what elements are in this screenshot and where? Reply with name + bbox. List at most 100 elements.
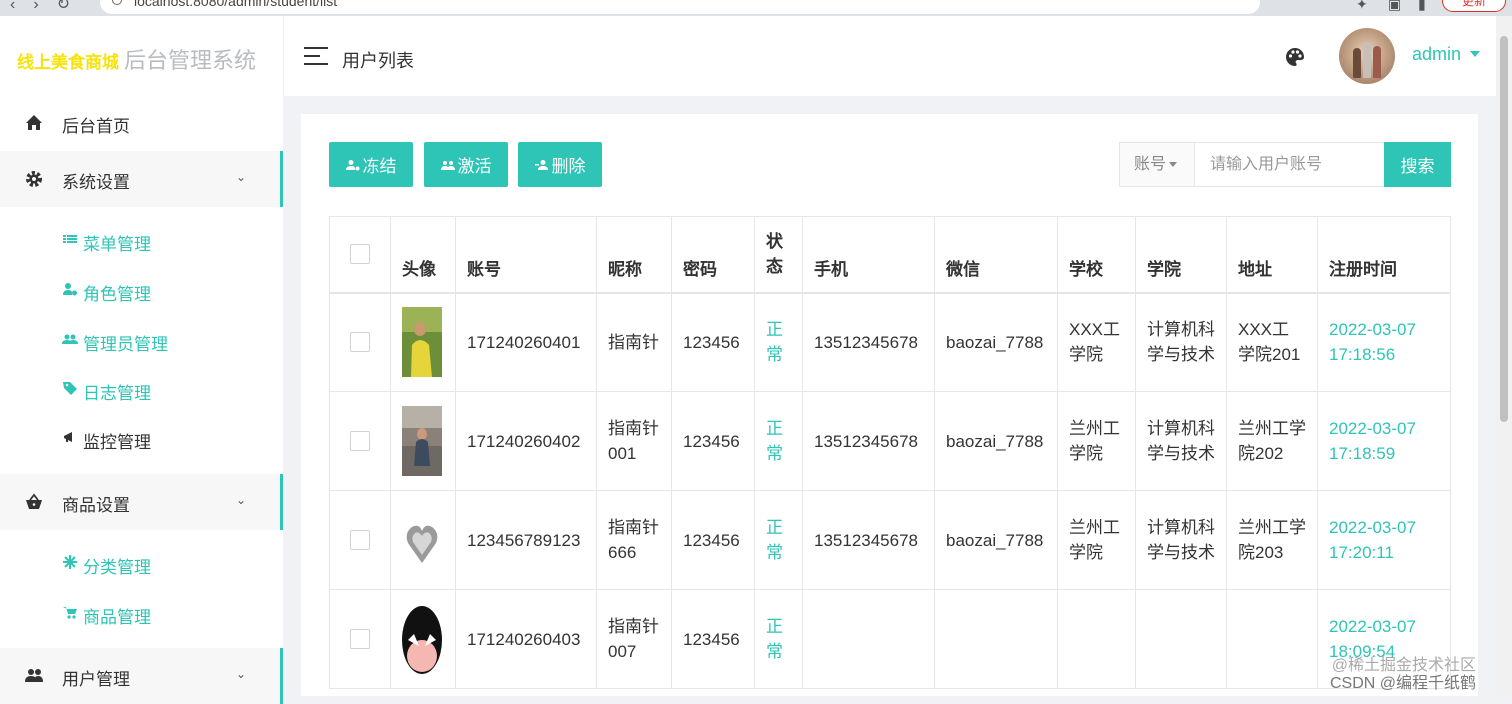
account-cell: 171240260403 bbox=[455, 589, 597, 689]
user-avatar-image[interactable] bbox=[402, 505, 442, 575]
freeze-button[interactable]: 冻结 bbox=[329, 142, 413, 187]
college-cell: 计算机科学与技术 bbox=[1135, 391, 1227, 491]
search-input[interactable] bbox=[1196, 143, 1384, 186]
home-icon bbox=[26, 115, 42, 130]
browser-update-button[interactable]: 更新 bbox=[1442, 0, 1506, 12]
column-header: 学校 bbox=[1057, 216, 1136, 293]
college-cell: 计算机科学与技术 bbox=[1135, 292, 1227, 392]
watermark: @稀土掘金技术社区 CSDN @编程千纸鹤 bbox=[1330, 657, 1476, 693]
sidebar-subitem-menu-manage[interactable]: 菜单管理 bbox=[0, 218, 283, 262]
column-header: 地址 bbox=[1226, 216, 1318, 293]
sidebar-item-label: 用户管理 bbox=[62, 670, 130, 689]
wechat-cell: baozai_7788 bbox=[934, 391, 1058, 491]
logo-brand: 线上美食商城 bbox=[17, 53, 119, 72]
content-card: 冻结 激活 删除 账号 搜索 头像 账号 昵称 密码 状态 手机 微信 学校 bbox=[301, 114, 1478, 696]
column-header: 手机 bbox=[802, 216, 935, 293]
user-gear-icon bbox=[63, 283, 77, 296]
phone-cell bbox=[802, 589, 935, 689]
column-header: 微信 bbox=[934, 216, 1058, 293]
top-header: 用户列表 admin bbox=[283, 16, 1496, 96]
sidebar-subitem-label: 监控管理 bbox=[83, 433, 151, 452]
palette-icon[interactable] bbox=[1284, 46, 1306, 68]
user-avatar-image[interactable] bbox=[402, 307, 442, 378]
profile-icon[interactable]: ▮ bbox=[1418, 0, 1426, 13]
row-checkbox[interactable] bbox=[350, 332, 370, 353]
cart-icon bbox=[63, 607, 77, 619]
chevron-down-icon: ⌄ bbox=[236, 170, 247, 184]
sidebar-subitem-label: 分类管理 bbox=[83, 558, 151, 577]
sidebar-subitem-label: 日志管理 bbox=[83, 384, 151, 403]
nickname-cell: 指南针001 bbox=[596, 391, 672, 491]
basket-icon bbox=[26, 493, 42, 509]
logo-system-name: 后台管理系统 bbox=[124, 48, 257, 73]
avatar-cell bbox=[390, 589, 456, 689]
nickname-cell: 指南针 bbox=[596, 292, 672, 392]
school-cell bbox=[1057, 589, 1136, 689]
row-checkbox[interactable] bbox=[350, 629, 370, 649]
watermark-line: @稀土掘金技术社区 bbox=[1331, 657, 1477, 674]
search-select-label: 账号 bbox=[1134, 156, 1167, 173]
row-select-cell bbox=[329, 391, 391, 491]
phone-cell: 13512345678 bbox=[802, 292, 935, 392]
password-cell: 123456 bbox=[671, 490, 755, 590]
user-minus-icon bbox=[534, 159, 548, 170]
user-avatar-image[interactable] bbox=[402, 406, 442, 476]
site-info-icon[interactable] bbox=[112, 0, 122, 5]
column-header: 昵称 bbox=[596, 216, 672, 293]
sidebar-subitem-monitor-manage[interactable]: 监控管理 bbox=[0, 416, 283, 460]
sidebar-subitem-log-manage[interactable]: 日志管理 bbox=[0, 367, 283, 411]
status-badge: 正常 bbox=[754, 391, 803, 491]
menu-toggle-icon[interactable] bbox=[304, 47, 328, 65]
sidebar-subitem-goods-manage[interactable]: 商品管理 bbox=[0, 591, 283, 635]
registered-time-cell: 2022-03-07 17:18:59 bbox=[1317, 391, 1451, 491]
avatar[interactable] bbox=[1339, 28, 1395, 84]
delete-button[interactable]: 删除 bbox=[518, 142, 602, 187]
sidebar-item-goods-settings[interactable]: 商品设置 ⌄ bbox=[0, 474, 283, 530]
sidebar-subitem-role-manage[interactable]: 角色管理 bbox=[0, 268, 283, 312]
sidebar-item-home[interactable]: 后台首页 bbox=[0, 95, 283, 151]
column-header: 状态 bbox=[754, 216, 803, 293]
users-icon bbox=[62, 334, 78, 344]
select-all-cell bbox=[329, 216, 391, 293]
column-header: 账号 bbox=[455, 216, 597, 293]
freeze-label: 冻结 bbox=[362, 157, 397, 176]
scrollbar-thumb[interactable] bbox=[1500, 36, 1508, 422]
wechat-cell bbox=[934, 589, 1058, 689]
sidebar-subitem-label: 管理员管理 bbox=[83, 335, 168, 354]
sidebar-item-system-settings[interactable]: 系统设置 ⌄ bbox=[0, 151, 283, 207]
row-select-cell bbox=[329, 490, 391, 590]
activate-label: 激活 bbox=[457, 157, 492, 176]
search-field-select[interactable]: 账号 bbox=[1120, 143, 1195, 186]
extension-icon[interactable]: ✦ bbox=[1356, 0, 1368, 13]
window-icon[interactable]: ▣ bbox=[1388, 0, 1401, 13]
gear-icon bbox=[26, 171, 42, 187]
tag-icon bbox=[63, 382, 77, 395]
row-checkbox[interactable] bbox=[350, 530, 370, 550]
avatar-cell bbox=[390, 490, 456, 590]
phone-cell: 13512345678 bbox=[802, 391, 935, 491]
row-select-cell bbox=[329, 589, 391, 689]
username[interactable]: admin bbox=[1412, 44, 1461, 65]
wechat-cell: baozai_7788 bbox=[934, 292, 1058, 392]
account-cell: 123456789123 bbox=[455, 490, 597, 590]
user-lock-icon bbox=[345, 159, 359, 170]
address-bar[interactable]: localhost:8080/admin/student/list bbox=[100, 0, 1260, 14]
select-all-checkbox[interactable] bbox=[350, 244, 370, 265]
column-header: 头像 bbox=[390, 216, 456, 293]
sidebar-subitem-category-manage[interactable]: 分类管理 bbox=[0, 541, 283, 585]
search-button[interactable]: 搜索 bbox=[1384, 142, 1451, 187]
asterisk-icon bbox=[63, 555, 77, 569]
row-checkbox[interactable] bbox=[350, 431, 370, 451]
table-row: 171240260403 指南针007 123456 正常 2022-03-07… bbox=[329, 589, 1451, 689]
sidebar-subitem-admin-manage[interactable]: 管理员管理 bbox=[0, 318, 283, 362]
activate-button[interactable]: 激活 bbox=[424, 142, 508, 187]
browser-nav-icons[interactable]: ‹›↻ bbox=[10, 0, 88, 14]
user-avatar-image[interactable] bbox=[402, 604, 442, 674]
page-scrollbar[interactable] bbox=[1496, 16, 1512, 696]
users-icon bbox=[25, 669, 43, 682]
delete-label: 删除 bbox=[551, 157, 586, 176]
school-cell: 兰州工学院 bbox=[1057, 391, 1136, 491]
page-title: 用户列表 bbox=[342, 51, 414, 71]
column-header: 学院 bbox=[1135, 216, 1227, 293]
caret-down-icon[interactable] bbox=[1470, 51, 1480, 57]
